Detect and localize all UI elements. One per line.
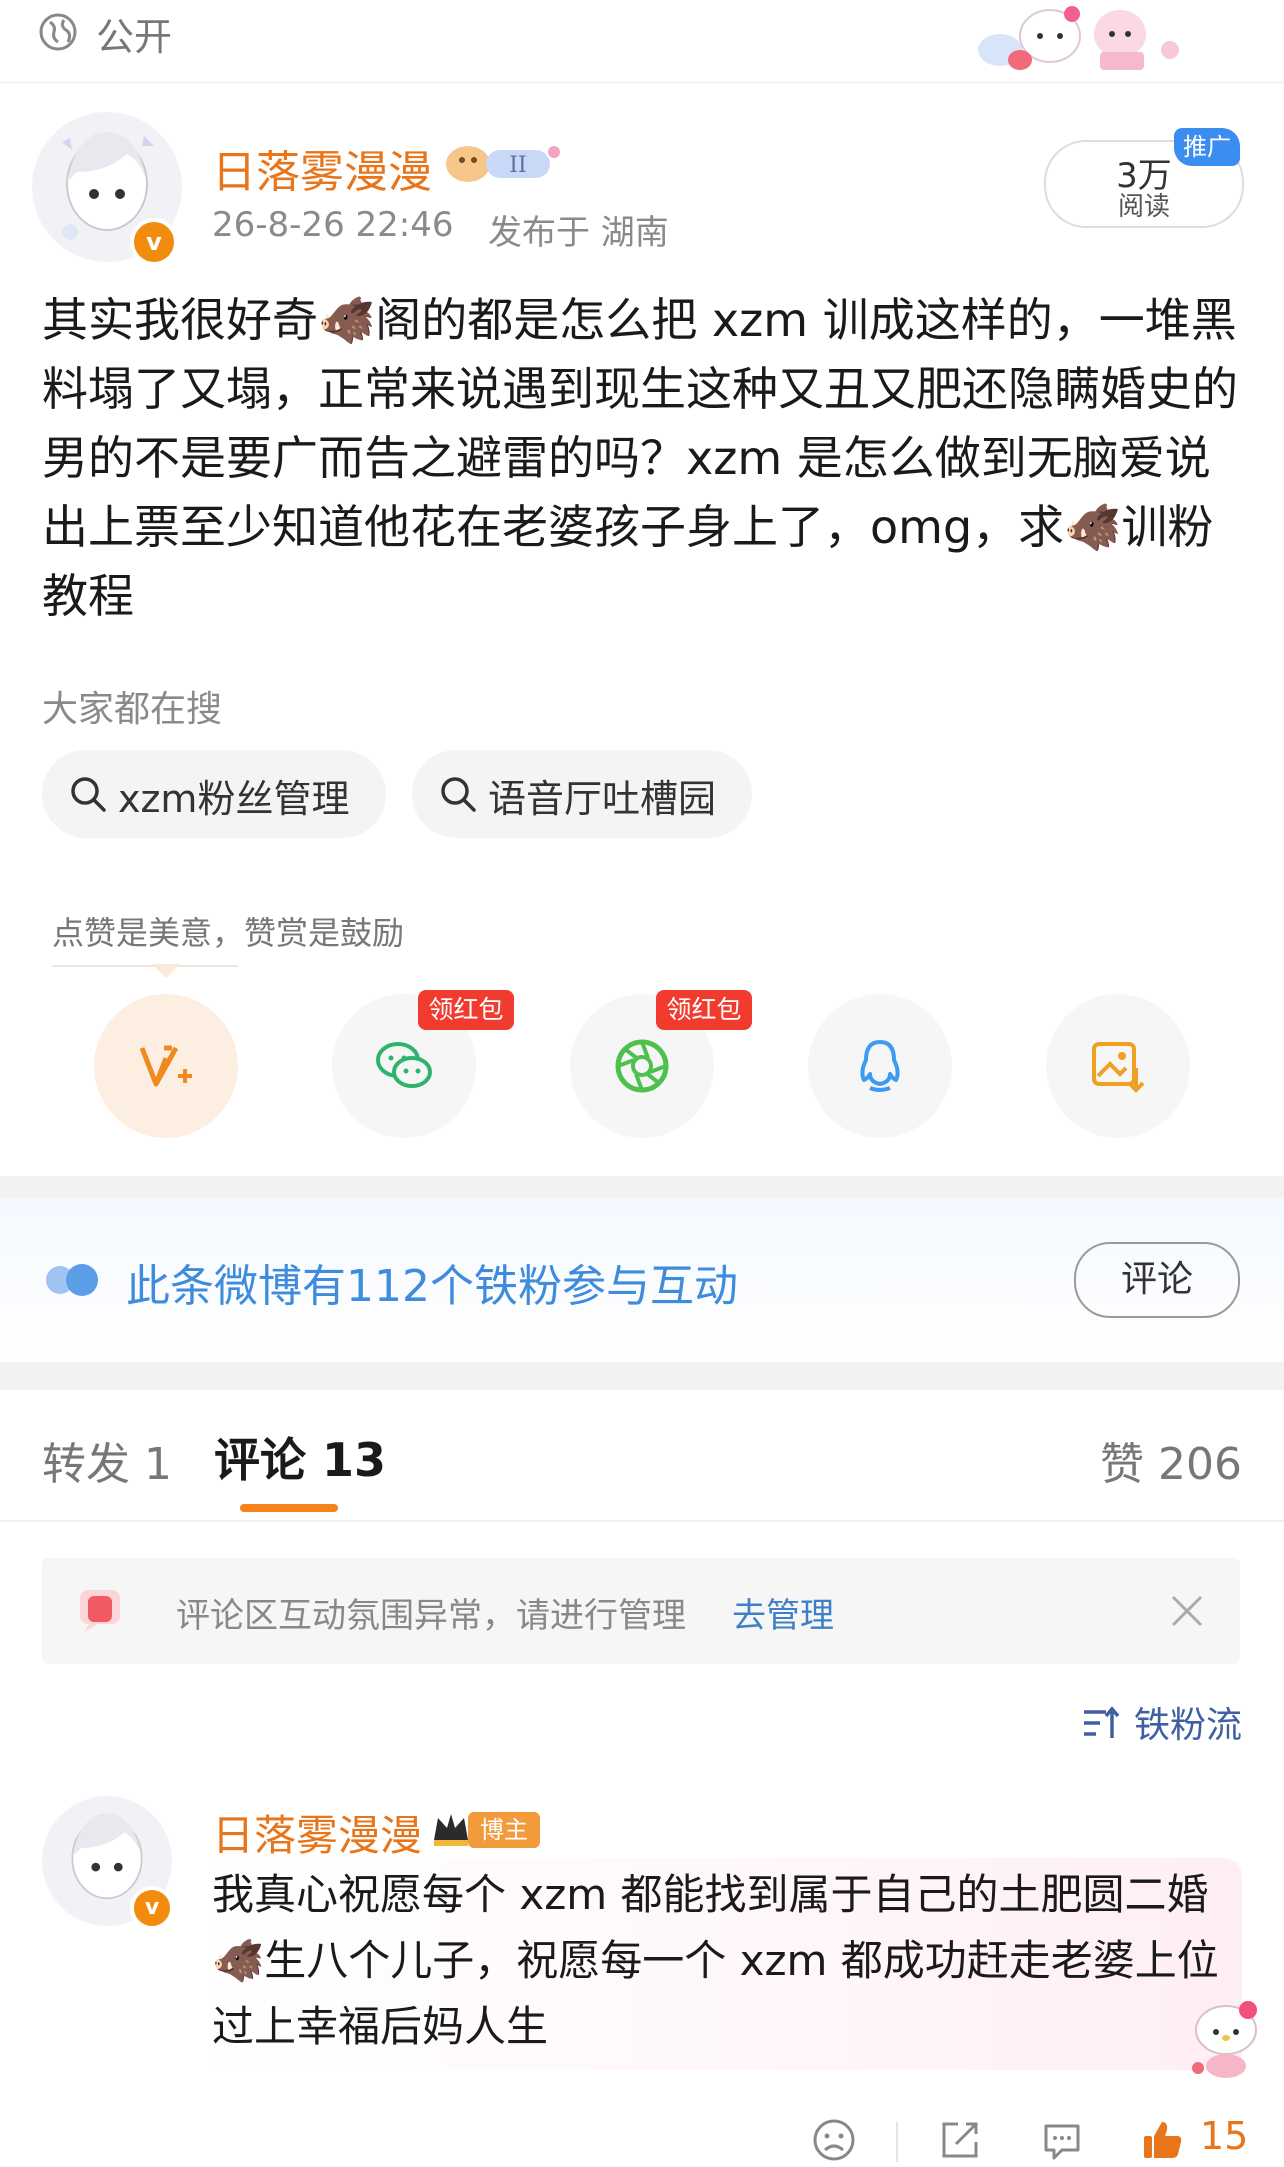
hot-search-chip[interactable]: 语音厅吐槽园 xyxy=(412,750,752,838)
search-icon xyxy=(441,777,476,812)
fan-medal-icon: II xyxy=(446,146,560,182)
comment-text: 我真心祝愿每个 xzm 都能找到属于自己的土肥圆二婚🐗生八个儿子，祝愿每一个 x… xyxy=(212,1870,1219,2051)
hello-kitty-sticker xyxy=(1192,2001,1257,2078)
post-time: 26-8-26 22:46 xyxy=(212,205,454,245)
action-divider xyxy=(896,2122,898,2162)
reward-icon xyxy=(139,1045,192,1087)
section-separator xyxy=(0,1362,1284,1390)
hot-search-chip-label: xzm粉丝管理 xyxy=(118,777,350,821)
manage-link[interactable]: 去管理 xyxy=(732,1588,834,1637)
notice-text: 评论区互动氛围异常，请进行管理 xyxy=(176,1596,686,1636)
crown-icon xyxy=(434,1814,468,1846)
sort-label: 铁粉流 xyxy=(1134,1705,1243,1746)
post-location: 发布于 湖南 xyxy=(488,213,669,253)
moments-icon xyxy=(615,1039,669,1093)
wechat-icon xyxy=(376,1042,432,1088)
red-packet-badge: 领红包 xyxy=(418,990,514,1030)
post-text: 其实我很好奇🐗阁的都是怎么把 xzm 训成这样的，一堆黑料塌了又塌，正常来说遇到… xyxy=(42,293,1238,623)
top-visibility-bar: 公开 xyxy=(0,0,1284,83)
search-icon xyxy=(71,777,106,812)
sort-icon xyxy=(1084,1706,1120,1738)
tip-arrow xyxy=(152,964,180,978)
medal-level: II xyxy=(509,153,526,178)
hot-search-title: 大家都在搜 xyxy=(42,689,223,730)
close-icon[interactable] xyxy=(1170,1594,1204,1628)
author-name[interactable]: 日落雾漫漫 xyxy=(212,136,432,200)
share-qq-button[interactable] xyxy=(808,994,952,1138)
promote-tag[interactable]: 推广 xyxy=(1174,128,1240,166)
reward-tip: 点赞是美意，赞赏是鼓励 xyxy=(52,914,405,952)
reply-icon[interactable] xyxy=(1040,2118,1084,2162)
comment-notice-bar: 评论区互动氛围异常，请进行管理 去管理 xyxy=(42,1558,1240,1664)
tab-comment[interactable]: 评论 13 xyxy=(214,1424,386,1490)
tab-repost[interactable]: 转发 1 xyxy=(42,1428,172,1492)
blogger-tag: 博主 xyxy=(468,1812,540,1848)
read-label: 阅读 xyxy=(1117,192,1170,222)
tabs-divider xyxy=(0,1520,1284,1522)
save-image-button[interactable] xyxy=(1046,994,1190,1138)
share-icon[interactable] xyxy=(938,2118,982,2162)
fans-icon xyxy=(46,1264,98,1296)
verified-badge: v xyxy=(130,218,178,266)
comment-button[interactable]: 评论 xyxy=(1074,1242,1240,1318)
hot-search-chip-label: 语音厅吐槽园 xyxy=(488,777,717,821)
hello-kitty-decoration xyxy=(978,6,1179,70)
qq-icon xyxy=(860,1040,900,1092)
red-packet-badge: 领红包 xyxy=(656,990,752,1030)
fans-interaction-text: 此条微博有112个铁粉参与互动 xyxy=(126,1261,738,1312)
alert-icon xyxy=(80,1590,120,1632)
visibility-label: 公开 xyxy=(96,15,173,59)
hot-search-chip[interactable]: xzm粉丝管理 xyxy=(42,750,386,838)
reward-button[interactable] xyxy=(94,994,238,1138)
fans-interaction-banner: 此条微博有112个铁粉参与互动 评论 xyxy=(0,1198,1284,1362)
tab-like[interactable]: 赞 206 xyxy=(1100,1428,1242,1492)
like-icon[interactable] xyxy=(1140,2118,1184,2162)
commenter-name[interactable]: 日落雾漫漫 xyxy=(212,1802,422,1863)
tip-divider xyxy=(52,965,238,967)
like-count: 15 xyxy=(1200,2114,1249,2158)
dislike-icon[interactable] xyxy=(812,2118,856,2162)
active-tab-indicator xyxy=(240,1504,338,1512)
save-image-icon xyxy=(1092,1042,1145,1093)
verified-badge: v xyxy=(130,1886,174,1930)
section-separator xyxy=(0,1176,1284,1198)
globe-icon xyxy=(39,13,77,51)
